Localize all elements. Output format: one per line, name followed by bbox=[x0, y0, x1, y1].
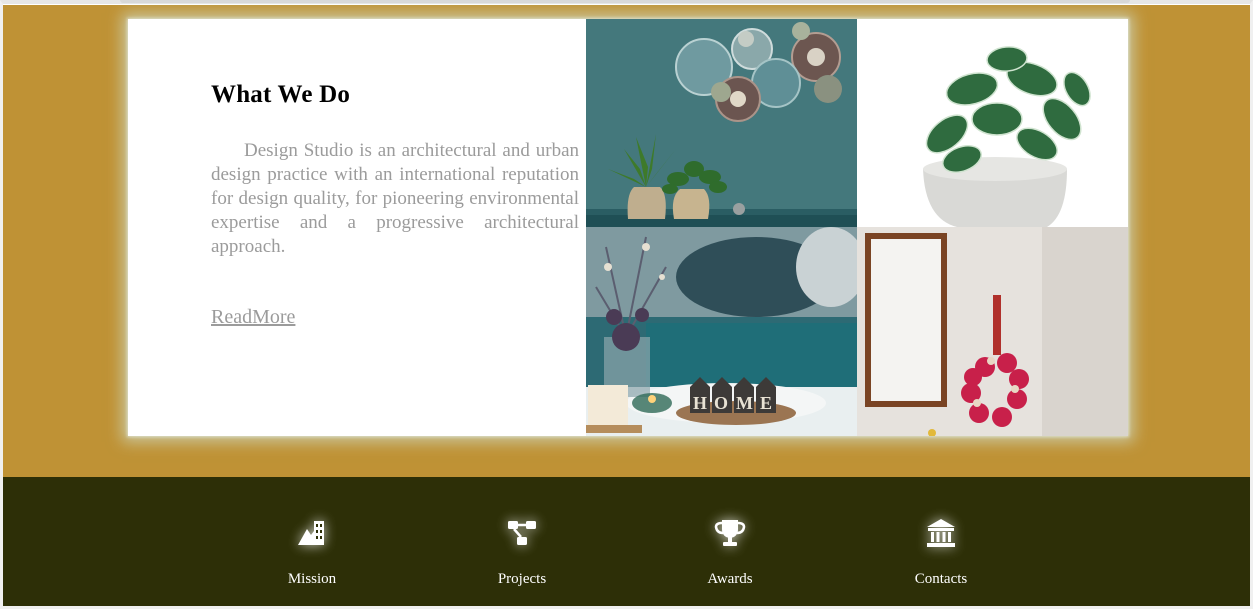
section-title: What We Do bbox=[211, 81, 351, 108]
nav-projects[interactable]: Projects bbox=[462, 477, 582, 606]
home-letter-o: O bbox=[714, 393, 728, 413]
photo-home-decor: H O M E bbox=[586, 227, 857, 436]
bank-icon bbox=[927, 519, 955, 547]
home-letter-e: E bbox=[760, 393, 772, 413]
nav-label-contacts: Contacts bbox=[914, 571, 968, 587]
nav-label-mission: Mission bbox=[287, 571, 337, 587]
mission-icon bbox=[298, 521, 324, 545]
text-panel: What We Do Design Studio is an architect… bbox=[128, 19, 586, 436]
nav-awards[interactable]: Awards bbox=[670, 477, 790, 606]
home-letter-m: M bbox=[736, 393, 753, 413]
what-we-do-card: What We Do Design Studio is an architect… bbox=[128, 19, 1128, 436]
photo-wall-plates bbox=[586, 19, 857, 227]
top-scroll-bar bbox=[120, 0, 1130, 3]
nav-contacts[interactable]: Contacts bbox=[881, 477, 1001, 606]
photo-potted-plant bbox=[857, 19, 1128, 227]
nav-label-projects: Projects bbox=[497, 571, 547, 587]
trophy-icon bbox=[714, 520, 746, 546]
section-description: Design Studio is an architectural and ur… bbox=[211, 140, 579, 257]
footer-nav: Mission Projects Awards Contacts bbox=[3, 477, 1250, 606]
nav-mission[interactable]: Mission bbox=[252, 477, 372, 606]
projects-icon bbox=[508, 521, 536, 545]
photo-frame-wreath bbox=[857, 227, 1128, 436]
read-more-link[interactable]: ReadMore bbox=[211, 306, 295, 329]
home-letter-h: H bbox=[693, 393, 707, 413]
nav-label-awards: Awards bbox=[707, 571, 753, 587]
